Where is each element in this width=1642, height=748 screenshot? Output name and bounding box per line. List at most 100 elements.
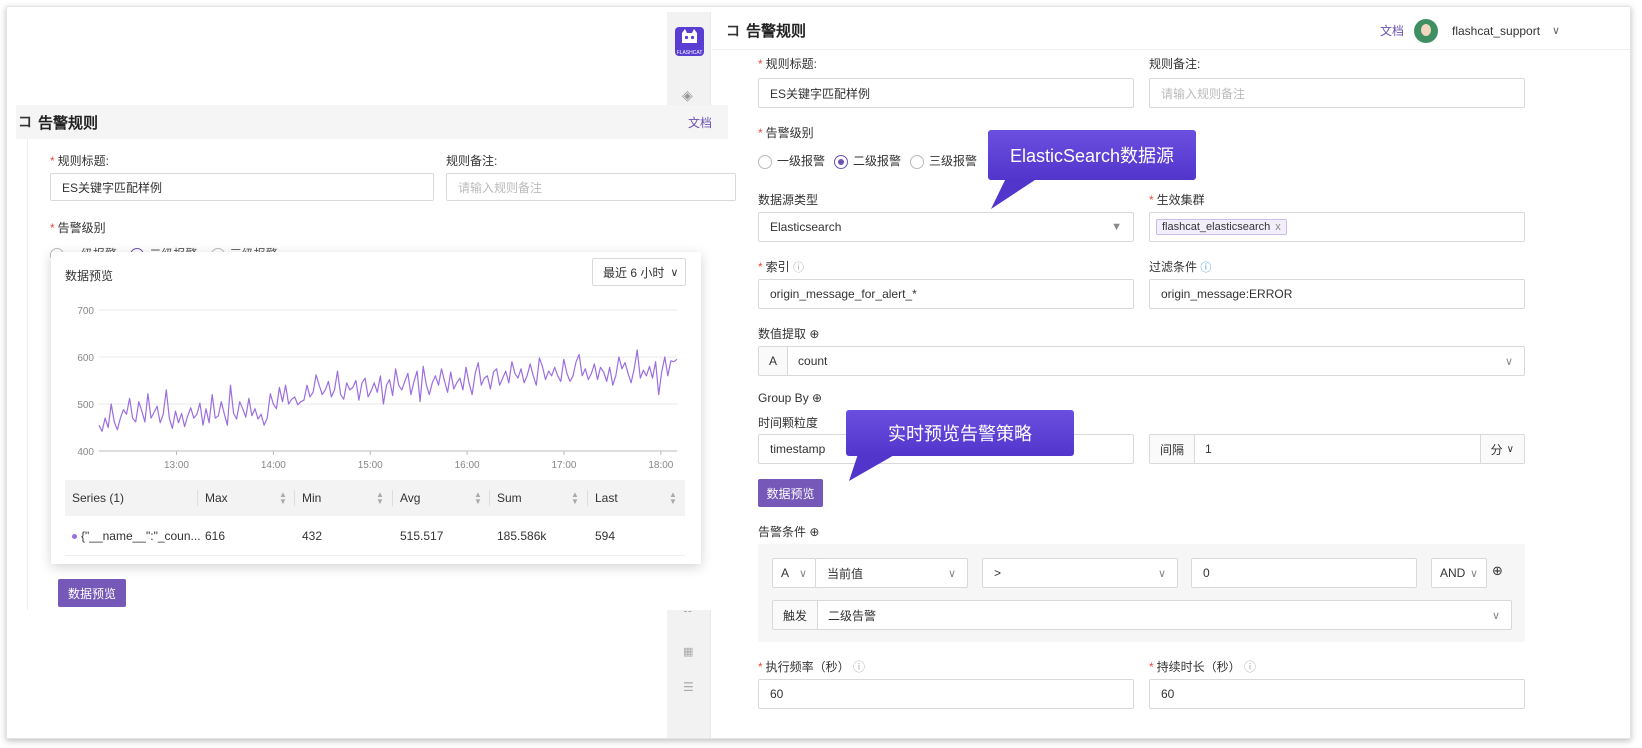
left-rule-note-label: 规则备注: (446, 154, 498, 168)
left-form-border (27, 139, 28, 610)
radio-icon (910, 154, 924, 169)
left-docs-link[interactable]: 文档 (688, 114, 712, 131)
value-extract-label: 数值提取 ⊕ (758, 327, 820, 341)
level-radio-3[interactable]: 三级报警 (910, 152, 977, 169)
sort-icon[interactable]: ▲ ▼ (376, 491, 384, 506)
alert-condition-label: 告警条件 ⊕ (758, 525, 820, 539)
th-sum[interactable]: Sum (497, 480, 522, 516)
cond-value-input[interactable]: 0 (1191, 558, 1417, 588)
cell-max: 616 (205, 529, 226, 543)
right-window: FLASHCAT ◈ ☷ ▦ ☰ コ 告警规则 文档 flashcat_supp… (667, 12, 1630, 738)
time-range-select[interactable]: 最近 6 小时 ∨ (592, 258, 686, 286)
datasource-type-select[interactable]: Elasticsearch ▼ (758, 212, 1134, 242)
exec-freq-label: * 执行频率（秒） ⓘ (758, 660, 866, 674)
chevron-down-icon: ∨ (1157, 567, 1166, 580)
plus-circle-icon[interactable]: ⊕ (812, 391, 822, 405)
y-tick-label: 700 (77, 306, 94, 317)
col-sep (489, 490, 490, 506)
username[interactable]: flashcat_support (1452, 24, 1540, 38)
trigger-select[interactable]: 触发 二级告警 ∨ (772, 600, 1512, 630)
diamond-nav-icon[interactable]: ◈ (682, 87, 693, 104)
index-label: * 索引 ⓘ (758, 260, 805, 274)
help-icon: ⓘ (1244, 660, 1257, 674)
radio-checked-icon (834, 154, 848, 169)
left-rule-note-input[interactable]: 请输入规则备注 (446, 173, 736, 201)
condition-box: A ∨ 当前值 ∨ > ∨ 0 AND ∨ ⊕ 触发 二级告警 ∨ (758, 544, 1525, 642)
user-chevron-icon[interactable]: ∨ (1552, 24, 1560, 37)
add-condition-icon[interactable]: ⊕ (1492, 563, 1503, 579)
group-by-label: Group By ⊕ (758, 391, 823, 405)
chevron-down-icon: ∨ (1469, 567, 1478, 580)
interval-unit-select[interactable]: 分 ∨ (1479, 435, 1524, 463)
y-tick-label: 500 (77, 400, 94, 411)
left-preview-button[interactable]: 数据预览 (58, 579, 126, 607)
level-radio-2[interactable]: 二级报警 (834, 152, 901, 169)
collapse-icon[interactable]: コ (18, 112, 32, 132)
calendar-nav-icon[interactable]: ▦ (683, 645, 693, 658)
filter-label: 过滤条件 ⓘ (1149, 260, 1212, 274)
list-nav-icon[interactable]: ☰ (683, 680, 694, 694)
right-header: コ 告警规则 文档 flashcat_support ∨ (712, 12, 1630, 50)
chevron-down-icon: ∨ (670, 266, 679, 279)
plus-circle-icon[interactable]: ⊕ (809, 327, 819, 341)
sort-icon[interactable]: ▲ ▼ (669, 491, 677, 506)
left-rule-title-input[interactable]: ES关键字匹配样例 (50, 173, 434, 201)
col-sep (197, 490, 198, 506)
help-icon: ⓘ (793, 262, 805, 274)
duration-input[interactable]: 60 (1149, 679, 1525, 709)
cluster-label: * 生效集群 (1149, 193, 1205, 207)
table-row[interactable]: {"__name__":"_coun... 616 432 515.517 18… (65, 516, 685, 556)
th-max[interactable]: Max (205, 480, 228, 516)
tag-close-icon[interactable]: x (1275, 221, 1281, 233)
rule-title-input[interactable]: ES关键字匹配样例 (758, 78, 1134, 108)
preview-chart: 700 600 500 400 13:00 14:00 15:00 16:00 17:00 18:… (77, 306, 678, 471)
plus-circle-icon[interactable]: ⊕ (809, 525, 819, 539)
chevron-down-icon: ∨ (798, 567, 807, 580)
radio-icon (758, 154, 772, 169)
screenshot-frame: FLASHCAT ◈ ☷ ▦ ☰ コ 告警规则 文档 flashcat_supp… (6, 6, 1631, 739)
cluster-select[interactable]: flashcat_elasticsearch x (1149, 212, 1525, 242)
rule-note-label: 规则备注: (1149, 57, 1201, 71)
x-tick-label: 14:00 (261, 460, 286, 471)
x-tick-label: 18:00 (648, 460, 673, 471)
x-tick-label: 15:00 (358, 460, 383, 471)
filter-input[interactable]: origin_message:ERROR (1149, 279, 1525, 309)
cond-var-select[interactable]: A ∨ (772, 558, 816, 588)
cond-logic-select[interactable]: AND ∨ (1431, 558, 1487, 588)
value-extract-select[interactable]: Acount ∨ (758, 346, 1525, 376)
collapse-icon[interactable]: コ (726, 21, 740, 41)
sort-icon[interactable]: ▲ ▼ (571, 491, 579, 506)
sort-icon[interactable]: ▲ ▼ (279, 491, 287, 506)
th-min[interactable]: Min (302, 480, 321, 516)
avatar-face-icon (1421, 24, 1431, 36)
rule-note-input[interactable]: 请输入规则备注 (1149, 78, 1525, 108)
series-dot-icon (72, 534, 77, 539)
cluster-tag: flashcat_elasticsearch x (1156, 219, 1287, 235)
series-table: Series (1) Max Min Avg Sum Last ▲ ▼ ▲ ▼ ▲ ▼… (65, 480, 685, 560)
level-label: * 告警级别 (758, 126, 814, 140)
sort-icon[interactable]: ▲ ▼ (474, 491, 482, 506)
cell-min: 432 (302, 529, 323, 543)
cond-func-select[interactable]: 当前值 ∨ (815, 558, 968, 588)
docs-link[interactable]: 文档 (1380, 22, 1404, 39)
avatar[interactable] (1414, 19, 1438, 43)
left-page-title: 告警规则 (38, 114, 99, 132)
th-avg[interactable]: Avg (400, 480, 420, 516)
x-tick-label: 16:00 (455, 460, 480, 471)
x-tick-label: 17:00 (551, 460, 576, 471)
th-series: Series (1) (72, 491, 125, 505)
rule-title-label: * 规则标题: (758, 57, 818, 71)
exec-freq-input[interactable]: 60 (758, 679, 1134, 709)
chevron-down-icon: ∨ (947, 567, 956, 580)
preview-button[interactable]: 数据预览 (758, 479, 823, 507)
cond-op-select[interactable]: > ∨ (982, 558, 1178, 588)
level-radio-1[interactable]: 一级报警 (758, 152, 825, 169)
help-icon: ⓘ (1200, 262, 1212, 274)
x-tick-label: 13:00 (164, 460, 189, 471)
interval-input[interactable]: 间隔 1 分 ∨ (1149, 434, 1525, 464)
left-rule-title-label: * 规则标题: (50, 154, 110, 168)
flashcat-logo[interactable]: FLASHCAT (675, 27, 704, 56)
index-input[interactable]: origin_message_for_alert_* (758, 279, 1134, 309)
th-last[interactable]: Last (595, 480, 618, 516)
interval-addon: 间隔 (1150, 435, 1196, 463)
